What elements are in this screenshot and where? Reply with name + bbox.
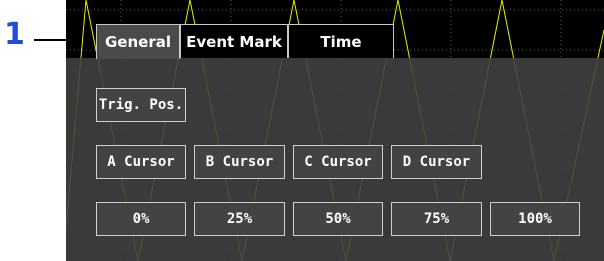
general-settings-panel: Trig. Pos. A Cursor B Cursor C Cursor D … bbox=[66, 58, 604, 261]
position-100-button[interactable]: 100% bbox=[490, 202, 580, 236]
position-0-button[interactable]: 0% bbox=[96, 202, 186, 236]
a-cursor-button[interactable]: A Cursor bbox=[96, 145, 186, 179]
tab-time[interactable]: Time bbox=[288, 24, 394, 58]
callout-number: 1 bbox=[4, 17, 25, 52]
position-50-button[interactable]: 50% bbox=[293, 202, 383, 236]
position-75-button[interactable]: 75% bbox=[391, 202, 482, 236]
b-cursor-button[interactable]: B Cursor bbox=[194, 145, 285, 179]
tab-general[interactable]: General bbox=[96, 24, 180, 59]
tab-event-mark[interactable]: Event Mark bbox=[180, 24, 288, 58]
trig-pos-button[interactable]: Trig. Pos. bbox=[96, 88, 186, 122]
c-cursor-button[interactable]: C Cursor bbox=[293, 145, 383, 179]
d-cursor-button[interactable]: D Cursor bbox=[391, 145, 482, 179]
instrument-screen: General Event Mark Time Trig. Pos. A Cur… bbox=[66, 0, 604, 261]
position-25-button[interactable]: 25% bbox=[194, 202, 285, 236]
